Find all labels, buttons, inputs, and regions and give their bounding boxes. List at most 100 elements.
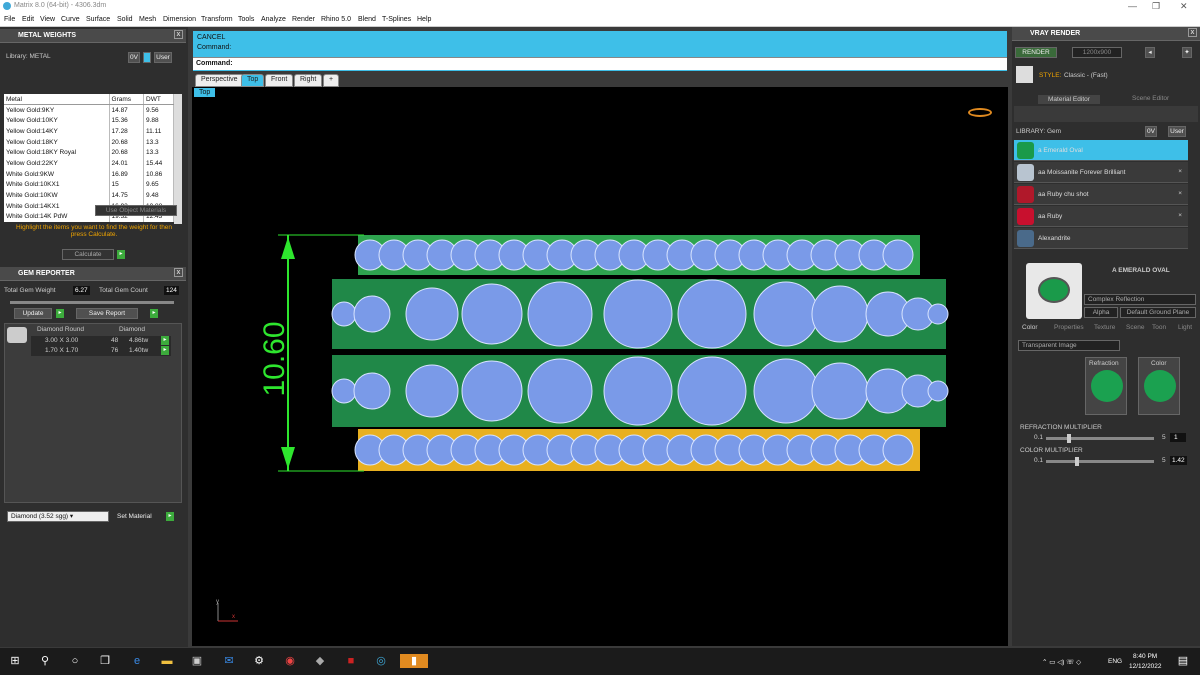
table-row[interactable]: White Gold:10KW 14.75 9.48: [4, 190, 174, 201]
tab-top[interactable]: Top: [241, 74, 265, 87]
zero-v-button[interactable]: 0V: [128, 52, 140, 63]
table-row[interactable]: Yellow Gold:22KY 24.01 15.44: [4, 158, 174, 169]
menu-tools[interactable]: Tools: [238, 16, 254, 23]
color-value[interactable]: 1.42: [1170, 456, 1187, 465]
subtab-texture[interactable]: Texture: [1094, 324, 1115, 331]
material-item[interactable]: aa Ruby chu shot ×: [1014, 184, 1188, 205]
menu-view[interactable]: View: [40, 16, 55, 23]
settings-icon[interactable]: ✦: [1182, 47, 1192, 58]
transparent-image-select[interactable]: Transparent Image: [1018, 340, 1120, 351]
tab-add[interactable]: +: [323, 74, 340, 87]
menu-curve[interactable]: Curve: [61, 16, 80, 23]
subtab-properties[interactable]: Properties: [1054, 324, 1084, 331]
menu-analyze[interactable]: Analyze: [261, 16, 286, 23]
table-row[interactable]: White Gold:9KW 16.89 10.86: [4, 168, 174, 180]
metal-table[interactable]: Metal Grams DWT Yellow Gold:9KY 14.87 9.56…: [4, 94, 174, 223]
gem-row-go-icon[interactable]: ▸: [161, 336, 169, 345]
user-button[interactable]: User: [1168, 126, 1186, 137]
subtab-toon[interactable]: Toon: [1152, 324, 1166, 331]
menu-surface[interactable]: Surface: [86, 16, 110, 23]
remove-icon[interactable]: ×: [1178, 168, 1182, 175]
table-row[interactable]: Yellow Gold:10KY 15.36 9.88: [4, 115, 174, 127]
menu-help[interactable]: Help: [417, 16, 431, 23]
zero-v-button[interactable]: 0V: [1145, 126, 1157, 137]
color-swatch[interactable]: Color: [1138, 357, 1180, 415]
matrix-icon[interactable]: ◎: [374, 654, 388, 668]
view-cube-icon[interactable]: [968, 108, 992, 117]
material-item[interactable]: a Emerald Oval: [1014, 140, 1188, 161]
material-item[interactable]: aa Ruby ×: [1014, 206, 1188, 227]
gem-row-go-icon[interactable]: ▸: [161, 346, 169, 355]
refraction-swatch[interactable]: Refraction: [1085, 357, 1127, 415]
clock-time[interactable]: 8:40 PM: [1133, 653, 1157, 660]
menu-dimension[interactable]: Dimension: [163, 16, 196, 23]
style-value[interactable]: Classic - (Fast): [1064, 72, 1108, 79]
notifications-icon[interactable]: ▤: [1176, 654, 1190, 668]
ground-plane-select[interactable]: Default Ground Plane: [1120, 307, 1196, 318]
subtab-light[interactable]: Light: [1178, 324, 1192, 331]
set-material-go-icon[interactable]: ▸: [166, 512, 174, 521]
set-material-button[interactable]: Set Material: [117, 513, 152, 520]
close-icon[interactable]: ✕: [1180, 1, 1188, 12]
material-editor-tab[interactable]: Material Editor: [1038, 95, 1100, 104]
render-button[interactable]: RENDER: [1015, 47, 1057, 58]
material-type-select[interactable]: Complex Reflection: [1084, 294, 1196, 305]
table-row[interactable]: Yellow Gold:18KY 20.68 13.3: [4, 136, 174, 148]
menu-blend[interactable]: Blend: [358, 16, 376, 23]
store-icon[interactable]: ▣: [190, 654, 204, 668]
edge-icon[interactable]: e: [130, 654, 144, 668]
calculate-button[interactable]: Calculate: [62, 249, 114, 260]
tab-front[interactable]: Front: [265, 74, 294, 87]
material-item[interactable]: Alexandrite: [1014, 228, 1188, 249]
task-view-icon[interactable]: ❐: [98, 654, 112, 668]
material-item[interactable]: aa Moissanite Forever Brilliant ×: [1014, 162, 1188, 183]
menu-edit[interactable]: Edit: [22, 16, 34, 23]
resolution-field[interactable]: 1200x900: [1072, 47, 1122, 58]
remove-icon[interactable]: ×: [1178, 212, 1182, 219]
lock-icon[interactable]: ◂: [1145, 47, 1155, 58]
command-area[interactable]: CANCEL Command: Command:: [193, 31, 1007, 71]
alpha-field[interactable]: Alpha: [1084, 307, 1118, 318]
subtab-scene[interactable]: Scene: [1126, 324, 1144, 331]
gem-report-list[interactable]: Diamond Round Diamond 3.00 X 3.00 48 4.86t…: [4, 323, 182, 503]
update-button[interactable]: Update: [14, 308, 52, 319]
use-object-materials-dropdown[interactable]: Use Object Materials: [95, 205, 177, 216]
list-item[interactable]: 1.70 X 1.70 76 1.40tw ▸: [31, 346, 171, 356]
table-row[interactable]: Yellow Gold:18KY Royal 20.68 13.3: [4, 147, 174, 159]
settings-icon[interactable]: ⚙: [252, 654, 266, 668]
maximize-icon[interactable]: ❐: [1152, 1, 1160, 12]
rhino-icon[interactable]: ◆: [313, 654, 327, 668]
gem-material-select[interactable]: Diamond (3.52 sgg) ▾: [7, 511, 109, 522]
menu-render[interactable]: Render: [292, 16, 315, 23]
top-viewport[interactable]: Top 10.60 y x: [192, 87, 1008, 646]
refraction-value[interactable]: 1: [1170, 433, 1186, 442]
menu-mesh[interactable]: Mesh: [139, 16, 156, 23]
calculate-go-icon[interactable]: ▸: [117, 250, 125, 259]
menu-t-splines[interactable]: T-Splines: [382, 16, 411, 23]
cortana-icon[interactable]: ○: [68, 654, 82, 668]
tab-right[interactable]: Right: [294, 74, 323, 87]
table-row[interactable]: Yellow Gold:14KY 17.28 11.11: [4, 126, 174, 137]
list-item[interactable]: 3.00 X 3.00 48 4.86tw ▸: [31, 336, 171, 346]
info-button[interactable]: [143, 52, 151, 63]
close-icon[interactable]: x: [174, 268, 183, 277]
save-report-button[interactable]: Save Report: [76, 308, 138, 319]
grams-column-header[interactable]: Grams: [109, 94, 145, 106]
refraction-slider[interactable]: [1046, 434, 1154, 443]
table-row[interactable]: Yellow Gold:9KY 14.87 9.56: [4, 104, 174, 116]
dwt-column-header[interactable]: DWT: [143, 94, 174, 106]
chrome-icon[interactable]: ◉: [283, 654, 297, 668]
user-button[interactable]: User: [154, 52, 172, 63]
table-row[interactable]: White Gold:10KX1 15 9.65: [4, 179, 174, 191]
close-icon[interactable]: x: [1188, 28, 1197, 37]
save-report-go-icon[interactable]: ▸: [150, 309, 158, 318]
menu-file[interactable]: File: [4, 16, 15, 23]
file-explorer-icon[interactable]: ▬: [160, 654, 174, 668]
minimize-icon[interactable]: —: [1128, 1, 1137, 11]
menu-rhino-5-0[interactable]: Rhino 5.0: [321, 16, 351, 23]
color-slider[interactable]: [1046, 457, 1154, 466]
ring-model[interactable]: 10.60: [192, 87, 1008, 646]
tray-icons[interactable]: ⌃ ▭ ◁) ☏ ◇: [1042, 658, 1081, 666]
mail-icon[interactable]: ✉: [222, 654, 236, 668]
search-icon[interactable]: ⚲: [38, 654, 52, 668]
